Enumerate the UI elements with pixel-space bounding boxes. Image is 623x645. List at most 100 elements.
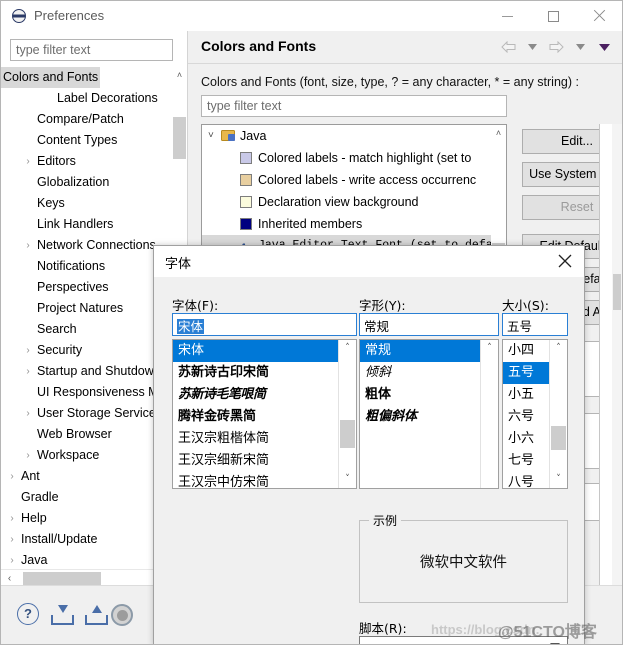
sidebar-item-globalization[interactable]: Globalization [1,172,187,193]
window-title: Preferences [34,8,105,23]
sidebar-item-label: Compare/Patch [37,112,124,126]
colors-fonts-filter-input[interactable]: type filter text [201,95,507,117]
sidebar-item-label: Link Handlers [37,217,114,231]
scroll-up-icon[interactable]: ˄ [491,125,506,141]
cf-tree-row[interactable]: Colored labels - write access occurrenc [202,169,506,191]
font-script-select[interactable]: 中文 GB2312 [359,636,568,644]
status-circle-button[interactable] [111,604,135,628]
preferences-window: Preferences type filter text Colors and … [0,0,623,645]
expand-arrow-icon[interactable]: › [5,508,19,529]
font-family-input[interactable]: 宋体 [172,313,357,336]
font-dialog: 字体 字体(F): 宋体 宋体 苏新诗古印宋简 苏新诗毛笔哏简 腾祥金砖黑简 王汉宗粗楷… [153,245,585,644]
sidebar-item-label: Keys [37,196,65,210]
twisty-icon[interactable]: ˅ [208,125,214,147]
hscrollbar-thumb[interactable] [23,572,101,585]
font-style-option[interactable]: 常规 [360,340,498,362]
font-size-list-scrollbar[interactable]: ˄ ˅ [549,340,567,488]
export-button[interactable] [85,605,109,629]
minimize-button[interactable] [484,1,530,31]
cf-tree-row[interactable]: Inherited members [202,213,506,235]
font-family-option[interactable]: 王汉宗中仿宋简 [173,472,356,488]
scroll-up-icon[interactable]: ˄ [481,340,498,357]
maximize-button[interactable] [530,1,576,31]
expand-arrow-icon[interactable]: › [21,151,35,172]
java-folder-icon [221,130,235,141]
font-style-option[interactable]: 粗体 [360,384,498,406]
expand-arrow-icon[interactable]: › [21,445,35,466]
expand-arrow-icon[interactable]: › [21,403,35,424]
close-icon [593,10,605,22]
scrollbar-thumb[interactable] [551,426,566,450]
font-size-value: 五号 [507,319,533,334]
help-button[interactable]: ? [17,603,41,627]
font-style-list-scrollbar[interactable]: ˄ [480,340,498,488]
font-family-option[interactable]: 苏新诗毛笔哏简 [173,384,356,406]
font-family-option[interactable]: 王汉宗粗楷体简 [173,428,356,450]
expand-arrow-icon[interactable]: › [21,361,35,382]
font-size-input[interactable]: 五号 [502,313,568,336]
font-family-option[interactable]: 腾祥金砖黑简 [173,406,356,428]
expand-arrow-icon[interactable]: › [5,529,19,550]
sidebar-item-label: Globalization [37,175,110,189]
font-style-option[interactable]: 倾斜 [360,362,498,384]
import-button[interactable] [51,605,75,629]
sidebar-item-colors-and-fonts[interactable]: Colors and Fonts [1,67,187,88]
sidebar-item-compare-patch[interactable]: Compare/Patch [1,109,187,130]
back-arrow-icon[interactable] [498,37,518,57]
font-family-option[interactable]: 苏新诗古印宋简 [173,362,356,384]
font-sample-text: 微软中文软件 [420,555,507,571]
font-style-input[interactable]: 常规 [359,313,499,336]
font-family-option[interactable]: 宋体 [173,340,356,362]
scroll-up-icon[interactable]: ˄ [172,67,187,84]
font-size-list[interactable]: 小四 五号 小五 六号 小六 七号 八号 ˄ ˅ [502,339,568,489]
cf-tree-row[interactable]: Declaration view background [202,191,506,213]
scroll-down-icon[interactable]: ˅ [339,471,356,488]
font-family-list[interactable]: 宋体 苏新诗古印宋简 苏新诗毛笔哏简 腾祥金砖黑简 王汉宗粗楷体简 王汉宗细新宋简 王汉宗中… [172,339,357,489]
scrollbar-thumb[interactable] [340,420,355,448]
background-tree-edge[interactable] [599,124,622,587]
font-dialog-close-button[interactable] [556,252,574,270]
font-family-option[interactable]: 王汉宗细新宋简 [173,450,356,472]
minimize-icon [501,15,513,17]
font-family-list-scrollbar[interactable]: ˄ ˅ [338,340,356,488]
view-menu-icon[interactable] [594,37,614,57]
color-swatch-icon [240,196,252,208]
expand-arrow-icon[interactable]: › [21,235,35,256]
back-dropdown-icon[interactable] [522,37,542,57]
expand-arrow-icon[interactable]: › [21,340,35,361]
color-swatch-icon [240,152,252,164]
content-header: Colors and Fonts [188,31,622,64]
font-style-label: 字形(Y): [359,298,406,313]
expand-arrow-icon[interactable]: › [5,550,19,571]
cf-tree-root-java[interactable]: ˅ Java [202,125,506,147]
font-style-value: 常规 [364,319,390,334]
scroll-up-icon[interactable]: ˄ [339,340,356,357]
forward-arrow-icon[interactable] [546,37,566,57]
scroll-down-icon[interactable]: ˅ [550,471,567,488]
color-swatch-icon [240,218,252,230]
font-family-value: 宋体 [177,319,205,334]
sidebar-item-editors[interactable]: › Editors [1,151,187,172]
font-sample-group: 示例 微软中文软件 [359,512,568,603]
sidebar-filter-input[interactable]: type filter text [10,39,173,61]
import-icon [51,605,74,625]
edge-scrollbar[interactable] [612,124,622,587]
sidebar-item-link-handlers[interactable]: Link Handlers [1,214,187,235]
font-family-label: 字体(F): [172,298,219,313]
sidebar-item-keys[interactable]: Keys [1,193,187,214]
color-swatch-icon [240,174,252,186]
cf-tree-row[interactable]: Colored labels - match highlight (set to [202,147,506,169]
scrollbar-thumb[interactable] [613,274,621,310]
forward-dropdown-icon[interactable] [570,37,590,57]
font-style-list[interactable]: 常规 倾斜 粗体 粗偏斜体 ˄ [359,339,499,489]
font-dialog-titlebar: 字体 [154,246,584,277]
sidebar-item-content-types[interactable]: Content Types [1,130,187,151]
scrollbar-thumb[interactable] [173,117,186,159]
sidebar-item-label-decorations[interactable]: Label Decorations [1,88,187,109]
font-size-label: 大小(S): [502,298,549,313]
scroll-up-icon[interactable]: ˄ [550,340,567,357]
expand-arrow-icon[interactable]: › [5,466,19,487]
font-style-option[interactable]: 粗偏斜体 [360,406,498,428]
sidebar-item-label: Content Types [37,133,118,147]
close-button[interactable] [576,1,622,31]
